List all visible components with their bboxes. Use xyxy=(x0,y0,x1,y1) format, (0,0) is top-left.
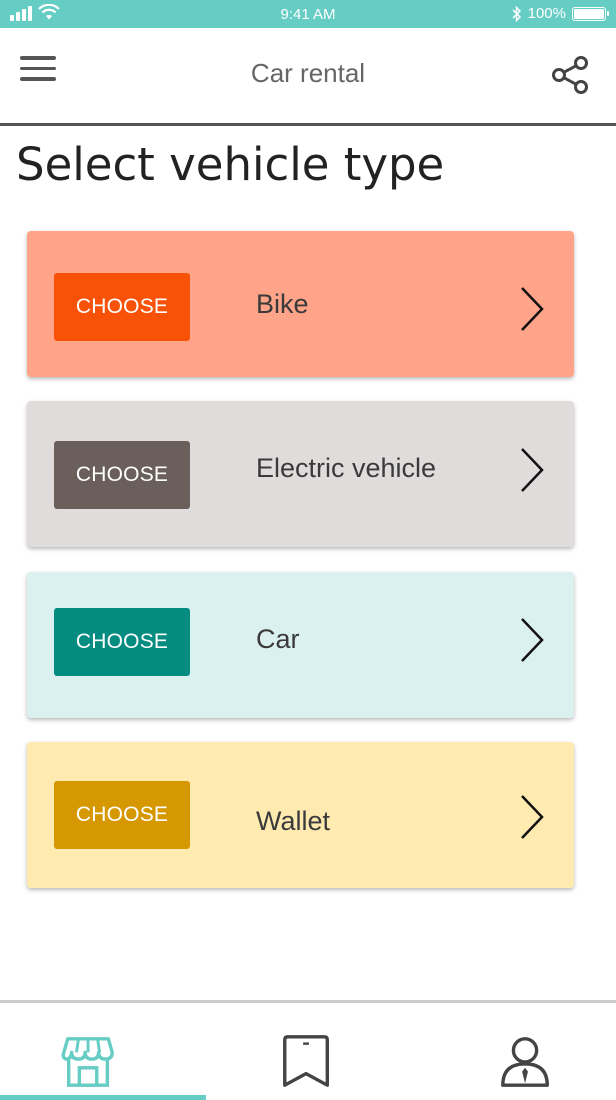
page-title: Select vehicle type xyxy=(16,138,445,191)
choose-button-electric[interactable]: CHOOSE xyxy=(54,441,190,509)
vehicle-label-car: Car xyxy=(256,624,300,654)
vehicle-card-electric[interactable]: CHOOSE Electric vehicle xyxy=(27,401,574,547)
vehicle-label-wallet: Wallet xyxy=(256,806,331,836)
store-icon[interactable] xyxy=(60,1033,118,1091)
choose-button-car[interactable]: CHOOSE xyxy=(54,608,190,676)
chevron-right-icon xyxy=(521,448,544,492)
share-icon[interactable] xyxy=(550,54,592,96)
choose-button-bike[interactable]: CHOOSE xyxy=(54,273,190,341)
vehicle-label-bike: Bike xyxy=(256,289,309,319)
bookmark-icon[interactable] xyxy=(278,1033,336,1091)
vehicle-label-electric: Electric vehicle xyxy=(256,453,437,483)
chevron-right-icon xyxy=(521,618,544,662)
battery-icon xyxy=(572,6,609,21)
vehicle-card-car[interactable]: CHOOSE Car xyxy=(27,572,574,718)
chevron-right-icon xyxy=(521,287,544,331)
bluetooth-icon xyxy=(512,5,521,22)
battery-percent: 100% xyxy=(527,5,566,22)
choose-button-wallet[interactable]: CHOOSE xyxy=(54,781,190,849)
chevron-right-icon xyxy=(521,795,544,839)
vehicle-card-wallet[interactable]: CHOOSE Wallet xyxy=(27,742,574,888)
status-bar: 9:41 AM 100% xyxy=(0,0,616,28)
vehicle-card-bike[interactable]: CHOOSE Bike xyxy=(27,231,574,377)
status-right: 100% xyxy=(512,5,609,22)
profile-icon[interactable] xyxy=(497,1033,555,1091)
app-header: Car rental xyxy=(0,28,616,126)
bottom-nav xyxy=(0,1000,616,1100)
active-tab-indicator xyxy=(0,1095,206,1100)
app-title: Car rental xyxy=(250,58,366,88)
